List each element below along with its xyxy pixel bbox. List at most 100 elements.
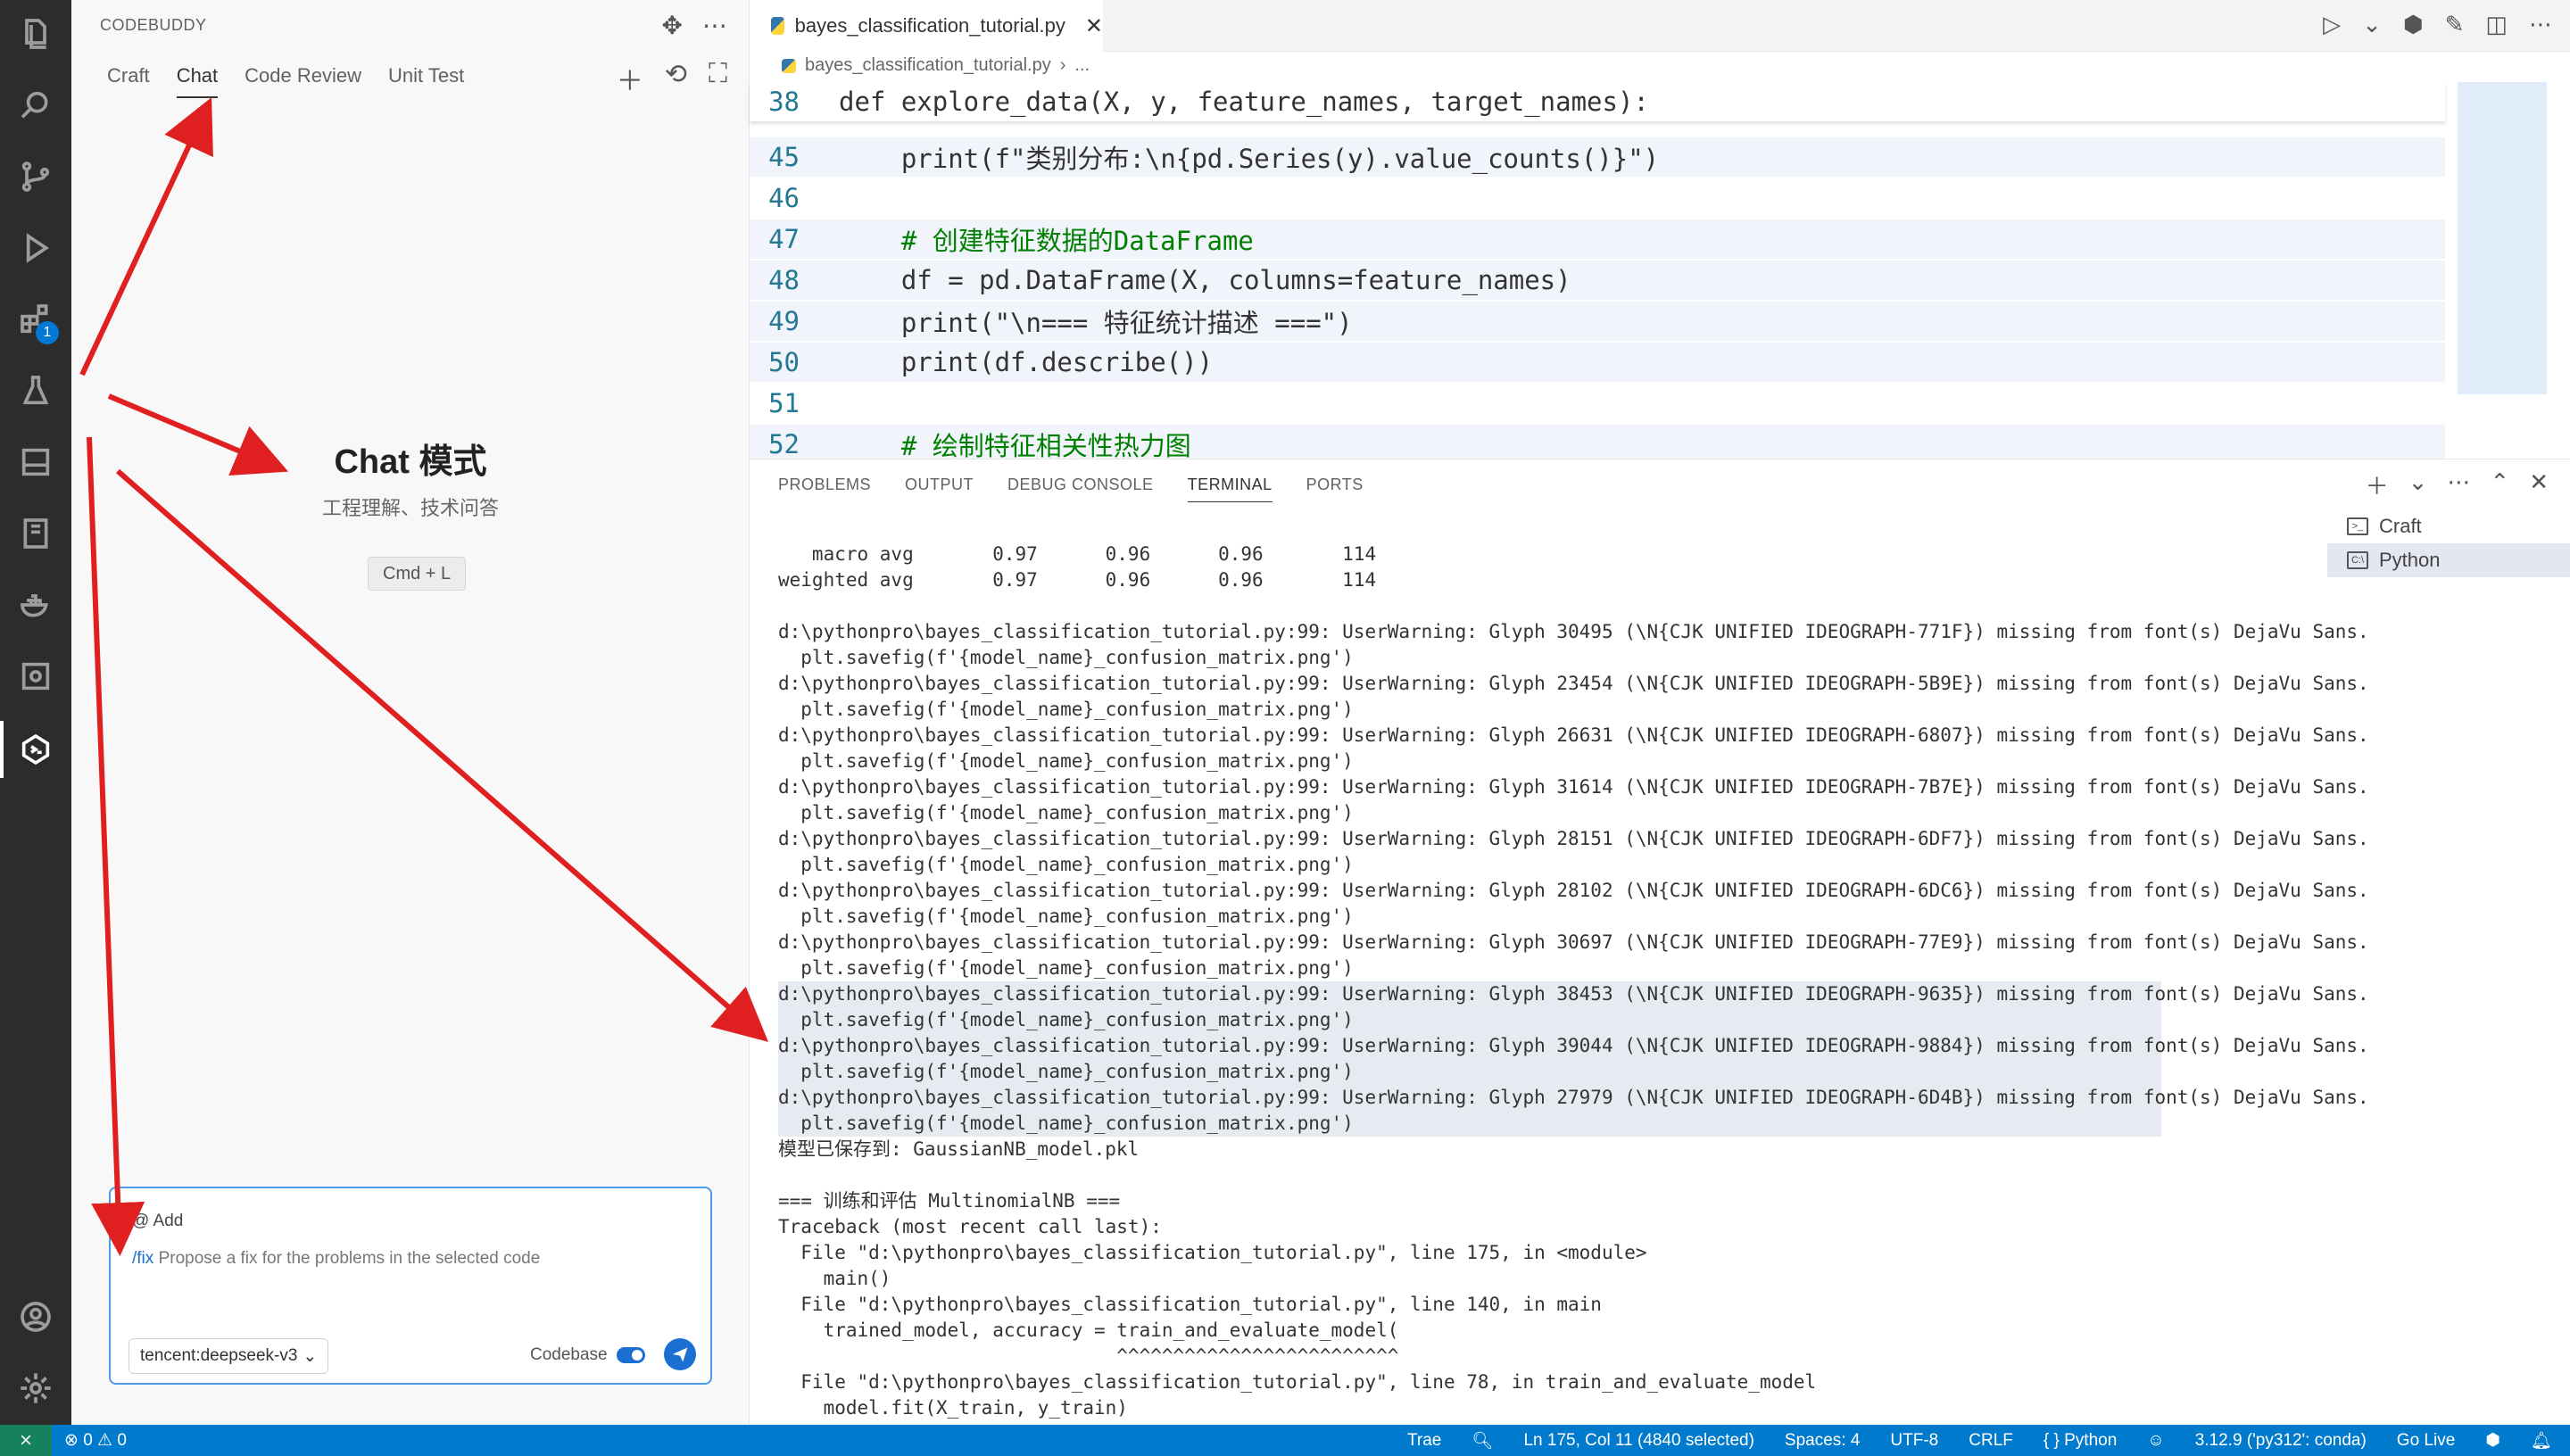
chevron-down-icon[interactable]: ⌄	[2362, 11, 2382, 38]
tab-ports[interactable]: PORTS	[1306, 476, 1364, 502]
codebase-label: Codebase	[530, 1345, 608, 1364]
codebuddy-action-icon[interactable]: ⬢	[2403, 11, 2424, 38]
close-panel-icon[interactable]: ✕	[2529, 468, 2549, 501]
chevron-down-icon[interactable]: ⌄	[2408, 468, 2428, 501]
notebook-icon[interactable]	[14, 512, 57, 555]
code-line: 47 # 创建特征数据的DataFrame	[750, 219, 2445, 259]
search-icon[interactable]	[14, 84, 57, 127]
terminal-line: plt.savefig(f'{model_name}_confusion_mat…	[778, 1059, 2161, 1085]
terminal-item-python[interactable]: C:\ Python	[2327, 543, 2570, 577]
terminal-line: d:\pythonpro\bayes_classification_tutori…	[778, 1033, 2369, 1059]
code-line: 46	[768, 183, 800, 213]
explorer-icon[interactable]	[14, 12, 57, 55]
terminal-line: d:\pythonpro\bayes_classification_tutori…	[778, 673, 2369, 694]
settings-icon[interactable]	[14, 1367, 57, 1410]
account-icon[interactable]	[14, 1295, 57, 1338]
terminal-line: d:\pythonpro\bayes_classification_tutori…	[778, 724, 2369, 746]
add-context-button[interactable]: @ Add	[132, 1212, 183, 1231]
move-icon[interactable]: ✥	[662, 11, 683, 40]
code-line: 49 print("\n=== 特征统计描述 ===")	[750, 302, 2445, 341]
terminal-line: plt.savefig(f'{model_name}_confusion_mat…	[778, 854, 1354, 875]
chat-mode-tabs: Craft Chat Code Review Unit Test	[107, 64, 464, 98]
zoom-icon[interactable]: 🔍︎	[1472, 1430, 1493, 1452]
docker-icon[interactable]	[14, 583, 57, 626]
terminal-line: d:\pythonpro\bayes_classification_tutori…	[778, 776, 2369, 798]
chevron-down-icon: ⌄	[303, 1346, 318, 1366]
terminal-line: 模型已保存到: GaussianNB_model.pkl	[778, 1138, 1140, 1160]
history-icon[interactable]: ⟲	[665, 59, 687, 98]
close-icon[interactable]: ✕	[1085, 13, 1103, 39]
tab-unit-test[interactable]: Unit Test	[388, 64, 464, 98]
tab-code-review[interactable]: Code Review	[245, 64, 361, 98]
breadcrumb-file[interactable]: bayes_classification_tutorial.py	[805, 55, 1051, 76]
tab-problems[interactable]: PROBLEMS	[778, 476, 871, 502]
terminal-line: ^^^^^^^^^^^^^^^^^^^^^^^^^	[778, 1345, 1399, 1367]
remote-indicator-icon[interactable]: ⨯	[0, 1425, 52, 1456]
model-name: tencent:deepseek-v3	[140, 1346, 298, 1365]
terminal-line: plt.savefig(f'{model_name}_confusion_mat…	[778, 647, 1354, 668]
codebuddy-icon[interactable]	[14, 728, 57, 771]
remote-icon[interactable]	[14, 655, 57, 698]
edit-icon[interactable]: ✎	[2445, 11, 2465, 38]
problems-status[interactable]: ⊗ 0 ⚠ 0	[64, 1430, 127, 1451]
terminal-line: plt.savefig(f'{model_name}_confusion_mat…	[778, 906, 1354, 927]
breadcrumb-separator-icon: ›	[1059, 55, 1066, 75]
tab-craft[interactable]: Craft	[107, 64, 150, 98]
run-icon[interactable]: ▷	[2323, 11, 2341, 38]
new-terminal-icon[interactable]: ＋	[2366, 468, 2389, 501]
terminal-line: d:\pythonpro\bayes_classification_tutori…	[778, 880, 2369, 901]
panel-icon[interactable]	[14, 441, 57, 484]
terminal-line: macro avg 0.97 0.96 0.96 114	[778, 543, 1377, 565]
maximize-panel-icon[interactable]: ⌃	[2490, 468, 2509, 501]
model-select[interactable]: tencent:deepseek-v3 ⌄	[128, 1338, 329, 1374]
minimap[interactable]	[2458, 82, 2547, 394]
code-line: 51	[768, 388, 800, 418]
editor-tab-bar: bayes_classification_tutorial.py ✕ ▷ ⌄ ⬢…	[750, 0, 2570, 52]
testing-icon[interactable]	[14, 369, 57, 412]
code-editor[interactable]: 38 def explore_data(X, y, feature_names, …	[750, 82, 2445, 464]
terminal-line: plt.savefig(f'{model_name}_confusion_mat…	[778, 802, 1354, 823]
new-chat-icon[interactable]: ＋	[617, 59, 643, 98]
eol-status[interactable]: CRLF	[1969, 1431, 2013, 1451]
tab-terminal[interactable]: TERMINAL	[1187, 476, 1273, 502]
trae-status[interactable]: Trae	[1407, 1431, 1441, 1451]
encoding-status[interactable]: UTF-8	[1890, 1431, 1938, 1451]
go-live-button[interactable]: Go Live	[2397, 1431, 2455, 1451]
copilot-icon[interactable]: ☺	[2147, 1431, 2164, 1451]
code-text: print(f"类别分布:\n{pd.Series(y).value_count…	[839, 144, 1660, 174]
cursor-position[interactable]: Ln 175, Col 11 (4840 selected)	[1523, 1431, 1753, 1451]
split-editor-icon[interactable]: ◫	[2485, 11, 2508, 38]
terminal-output[interactable]: macro avg 0.97 0.96 0.96 114 weighted avg…	[778, 542, 2369, 1425]
send-button[interactable]	[664, 1338, 696, 1370]
code-line: 38 def explore_data(X, y, feature_names, …	[750, 82, 2445, 121]
editor-tab-title: bayes_classification_tutorial.py	[794, 14, 1065, 37]
chat-input-box[interactable]: @ Add /fix Propose a fix for the problem…	[109, 1187, 712, 1385]
more-icon[interactable]: ⋯	[2447, 468, 2470, 501]
terminal-line: trained_model, accuracy = train_and_eval…	[778, 1320, 1399, 1341]
terminal-line: plt.savefig(f'{model_name}_confusion_mat…	[778, 1111, 2161, 1137]
fullscreen-icon[interactable]: ⛶	[709, 59, 727, 98]
source-control-icon[interactable]	[14, 155, 57, 198]
chat-input-placeholder[interactable]: /fix Propose a fix for the problems in t…	[132, 1249, 540, 1269]
language-mode[interactable]: { } Python	[2044, 1431, 2117, 1451]
shortcut-hint: Cmd + L	[368, 557, 467, 591]
more-icon[interactable]: ⋯	[2529, 11, 2552, 38]
breadcrumb-more[interactable]: ...	[1074, 55, 1090, 76]
notifications-icon[interactable]: 🔔︎	[2531, 1430, 2552, 1452]
codebuddy-status-icon[interactable]: ⬢	[2485, 1430, 2500, 1451]
terminal-line: main()	[778, 1268, 891, 1289]
indentation-status[interactable]: Spaces: 4	[1785, 1431, 1861, 1451]
terminal-item-craft[interactable]: >_ Craft	[2327, 509, 2570, 543]
tab-chat[interactable]: Chat	[176, 64, 219, 98]
more-icon[interactable]: ⋯	[702, 11, 727, 40]
code-text: def explore_data(X, y, feature_names, ta…	[839, 87, 1649, 117]
tab-debug-console[interactable]: DEBUG CONSOLE	[1007, 476, 1154, 502]
code-text: print(df.describe())	[839, 347, 1214, 377]
extensions-badge: 1	[36, 321, 59, 344]
python-interpreter[interactable]: 3.12.9 ('py312': conda)	[2195, 1431, 2367, 1451]
tab-output[interactable]: OUTPUT	[905, 476, 974, 502]
editor-tab-active[interactable]: bayes_classification_tutorial.py ✕	[750, 0, 1103, 52]
terminal-list: >_ Craft C:\ Python	[2327, 509, 2570, 577]
codebase-toggle[interactable]	[616, 1347, 645, 1363]
run-debug-icon[interactable]	[14, 227, 57, 269]
